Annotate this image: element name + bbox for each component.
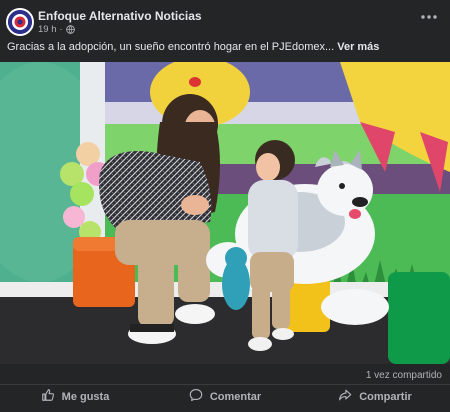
globe-icon bbox=[65, 25, 75, 34]
post-photo[interactable] bbox=[0, 62, 450, 364]
share-button[interactable]: Compartir bbox=[300, 385, 450, 408]
see-more-link[interactable]: Ver más bbox=[337, 41, 379, 53]
comment-button[interactable]: Comentar bbox=[150, 385, 300, 408]
comment-label: Comentar bbox=[209, 390, 262, 403]
share-count[interactable]: 1 vez compartido bbox=[366, 370, 442, 381]
meta-separator: · bbox=[59, 24, 63, 35]
action-bar: Me gusta Comentar Compartir bbox=[0, 384, 450, 408]
post-time[interactable]: 19 h bbox=[38, 24, 57, 35]
comment-icon bbox=[189, 388, 203, 405]
page-avatar[interactable] bbox=[6, 8, 34, 36]
post-caption: Gracias a la adopción, un sueño encontró… bbox=[7, 41, 379, 53]
facebook-post: Enfoque Alternativo Noticias 19 h · Grac… bbox=[0, 0, 450, 412]
page-name[interactable]: Enfoque Alternativo Noticias bbox=[38, 9, 202, 23]
post-header: Enfoque Alternativo Noticias 19 h · bbox=[0, 0, 450, 38]
more-options-icon[interactable] bbox=[420, 10, 438, 24]
share-label: Compartir bbox=[359, 390, 412, 403]
like-icon bbox=[41, 388, 55, 405]
like-label: Me gusta bbox=[61, 390, 110, 403]
caption-text: Gracias a la adopción, un sueño encontró… bbox=[7, 41, 335, 53]
like-button[interactable]: Me gusta bbox=[0, 385, 150, 408]
share-icon bbox=[338, 388, 352, 405]
post-meta: 19 h · bbox=[38, 24, 75, 35]
